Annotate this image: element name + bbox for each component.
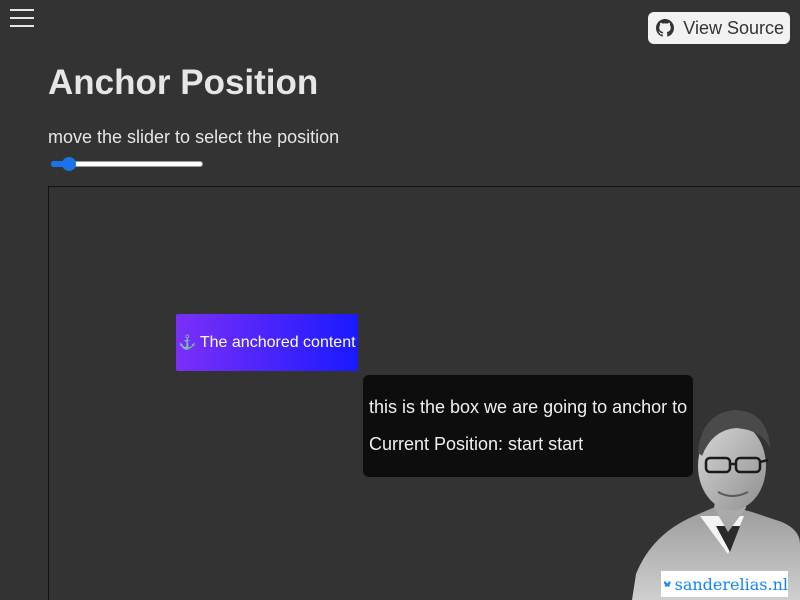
menu-bar <box>10 17 34 19</box>
slider-thumb[interactable] <box>62 157 76 171</box>
page-title: Anchor Position <box>48 63 319 102</box>
anchored-content-label: The anchored content <box>199 333 356 351</box>
menu-bar <box>10 25 34 27</box>
site-link[interactable]: sanderelias.nl <box>661 571 788 597</box>
anchor-icon: ⚓ <box>178 334 196 350</box>
hamburger-menu-icon[interactable] <box>10 9 34 27</box>
bluesky-butterfly-icon <box>664 581 671 587</box>
page: View Source Anchor Position move the sli… <box>0 0 800 600</box>
position-slider[interactable] <box>51 157 203 171</box>
site-name: sanderelias.nl <box>674 574 788 594</box>
slider-instruction: move the slider to select the position <box>48 127 340 147</box>
view-source-button[interactable]: View Source <box>648 12 790 44</box>
github-icon <box>656 19 675 37</box>
anchored-content: ⚓ The anchored content <box>176 314 358 371</box>
view-source-label: View Source <box>683 17 784 38</box>
menu-bar <box>10 9 34 11</box>
